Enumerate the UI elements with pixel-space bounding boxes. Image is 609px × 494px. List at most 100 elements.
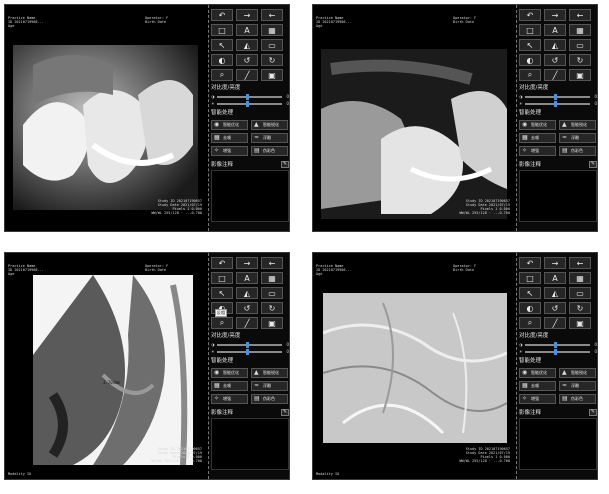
magnifier-button[interactable]: ⌕: [211, 69, 233, 81]
smart-button-3[interactable]: ▦ 去噪: [519, 381, 556, 391]
smart-button-6[interactable]: ▤ 伪彩色: [559, 394, 596, 404]
grid-button[interactable]: ▦: [261, 24, 283, 36]
smart-button-5[interactable]: ✧ 增强: [211, 146, 248, 156]
pen-button[interactable]: ╱: [544, 69, 566, 81]
pointer-button[interactable]: ↖: [211, 287, 233, 299]
slider-track[interactable]: [217, 341, 283, 348]
ruler-button[interactable]: ▭: [569, 287, 591, 299]
text-button[interactable]: A: [236, 24, 258, 36]
smart-button-3[interactable]: ▦ 去噪: [211, 381, 248, 391]
smart-button-1[interactable]: ◉ 智能优化: [519, 120, 556, 130]
measure-button[interactable]: ◭: [544, 287, 566, 299]
smart-button-1[interactable]: ◉ 智能优化: [519, 368, 556, 378]
measure-button[interactable]: ◭: [236, 39, 258, 51]
rotate-left-button[interactable]: ↺: [236, 302, 258, 314]
select-rect-button[interactable]: □: [519, 272, 541, 284]
image-viewport[interactable]: Practice Name ID 20210719908... Age Operat…: [313, 5, 517, 231]
contrast-slider[interactable]: ◑ 0: [211, 93, 289, 100]
redo-button[interactable]: →: [544, 257, 566, 269]
annotation-list[interactable]: [211, 418, 289, 470]
smart-button-4[interactable]: ≈ 浮雕: [559, 133, 596, 143]
measure-button[interactable]: ◭: [544, 39, 566, 51]
smart-button-2[interactable]: ▲ 智能锐化: [559, 120, 596, 130]
grid-button[interactable]: ▦: [569, 24, 591, 36]
image-viewport[interactable]: Practice Name ID 20210719908... Age Operat…: [5, 5, 209, 231]
text-button[interactable]: A: [544, 272, 566, 284]
back-arrow-button[interactable]: ←: [261, 257, 283, 269]
smart-button-2[interactable]: ▲ 智能锐化: [559, 368, 596, 378]
brightness-slider[interactable]: ☀ 0: [519, 348, 597, 355]
slider-track[interactable]: [525, 341, 591, 348]
rotate-left-button[interactable]: ↺: [544, 302, 566, 314]
select-rect-button[interactable]: □: [211, 272, 233, 284]
annotation-list[interactable]: [519, 170, 597, 222]
save-button[interactable]: ▣: [569, 69, 591, 81]
smart-button-4[interactable]: ≈ 浮雕: [251, 381, 288, 391]
slider-track[interactable]: [525, 93, 591, 100]
annotation-list[interactable]: [519, 418, 597, 470]
pen-button[interactable]: ╱: [236, 69, 258, 81]
smart-button-5[interactable]: ✧ 增强: [211, 394, 248, 404]
save-button[interactable]: ▣: [569, 317, 591, 329]
edit-annotation-button[interactable]: ✎: [589, 160, 597, 168]
save-button[interactable]: ▣: [261, 317, 283, 329]
undo-button[interactable]: ↶: [211, 257, 233, 269]
back-arrow-button[interactable]: ←: [569, 257, 591, 269]
smart-button-4[interactable]: ≈ 浮雕: [251, 133, 288, 143]
image-viewport[interactable]: Practice Name ID 20210719908... Age Operat…: [313, 253, 517, 479]
smart-button-4[interactable]: ≈ 浮雕: [559, 381, 596, 391]
text-button[interactable]: A: [544, 24, 566, 36]
rotate-left-button[interactable]: ↺: [236, 54, 258, 66]
select-rect-button[interactable]: □: [211, 24, 233, 36]
magnifier-button[interactable]: ⌕: [211, 317, 233, 329]
invert-button[interactable]: ◐: [211, 54, 233, 66]
smart-button-5[interactable]: ✧ 增强: [519, 146, 556, 156]
pen-button[interactable]: ╱: [544, 317, 566, 329]
magnifier-button[interactable]: ⌕: [519, 317, 541, 329]
back-arrow-button[interactable]: ←: [569, 9, 591, 21]
edit-annotation-button[interactable]: ✎: [589, 408, 597, 416]
slider-knob[interactable]: [246, 348, 250, 355]
smart-button-2[interactable]: ▲ 智能锐化: [251, 368, 288, 378]
smart-button-2[interactable]: ▲ 智能锐化: [251, 120, 288, 130]
brightness-slider[interactable]: ☀ 0: [211, 100, 289, 107]
slider-knob[interactable]: [554, 341, 558, 348]
text-button[interactable]: A: [236, 272, 258, 284]
smart-button-6[interactable]: ▤ 伪彩色: [251, 146, 288, 156]
invert-button[interactable]: ◐: [519, 54, 541, 66]
redo-button[interactable]: →: [236, 257, 258, 269]
pointer-button[interactable]: ↖: [519, 287, 541, 299]
smart-button-3[interactable]: ▦ 去噪: [211, 133, 248, 143]
ruler-button[interactable]: ▭: [569, 39, 591, 51]
rotate-right-button[interactable]: ↻: [261, 54, 283, 66]
smart-button-5[interactable]: ✧ 增强: [519, 394, 556, 404]
undo-button[interactable]: ↶: [519, 9, 541, 21]
rotate-right-button[interactable]: ↻: [569, 302, 591, 314]
edit-annotation-button[interactable]: ✎: [281, 408, 289, 416]
save-button[interactable]: ▣: [261, 69, 283, 81]
redo-button[interactable]: →: [236, 9, 258, 21]
rotate-right-button[interactable]: ↻: [261, 302, 283, 314]
magnifier-button[interactable]: ⌕: [519, 69, 541, 81]
contrast-slider[interactable]: ◑ 0: [519, 341, 597, 348]
smart-button-6[interactable]: ▤ 伪彩色: [251, 394, 288, 404]
smart-button-1[interactable]: ◉ 智能优化: [211, 368, 248, 378]
slider-knob[interactable]: [246, 93, 250, 100]
smart-button-6[interactable]: ▤ 伪彩色: [559, 146, 596, 156]
contrast-slider[interactable]: ◑ 0: [519, 93, 597, 100]
slider-knob[interactable]: [246, 341, 250, 348]
image-viewport[interactable]: Practice Name ID 20210719908... Age Operat…: [5, 253, 209, 479]
grid-button[interactable]: ▦: [569, 272, 591, 284]
back-arrow-button[interactable]: ←: [261, 9, 283, 21]
measure-button[interactable]: ◭: [236, 287, 258, 299]
ruler-button[interactable]: ▭: [261, 39, 283, 51]
smart-button-3[interactable]: ▦ 去噪: [519, 133, 556, 143]
slider-knob[interactable]: [554, 100, 558, 107]
undo-button[interactable]: ↶: [211, 9, 233, 21]
rotate-right-button[interactable]: ↻: [569, 54, 591, 66]
pointer-button[interactable]: ↖: [519, 39, 541, 51]
slider-track[interactable]: [525, 348, 591, 355]
pointer-button[interactable]: ↖: [211, 39, 233, 51]
smart-button-1[interactable]: ◉ 智能优化: [211, 120, 248, 130]
slider-track[interactable]: [217, 93, 283, 100]
